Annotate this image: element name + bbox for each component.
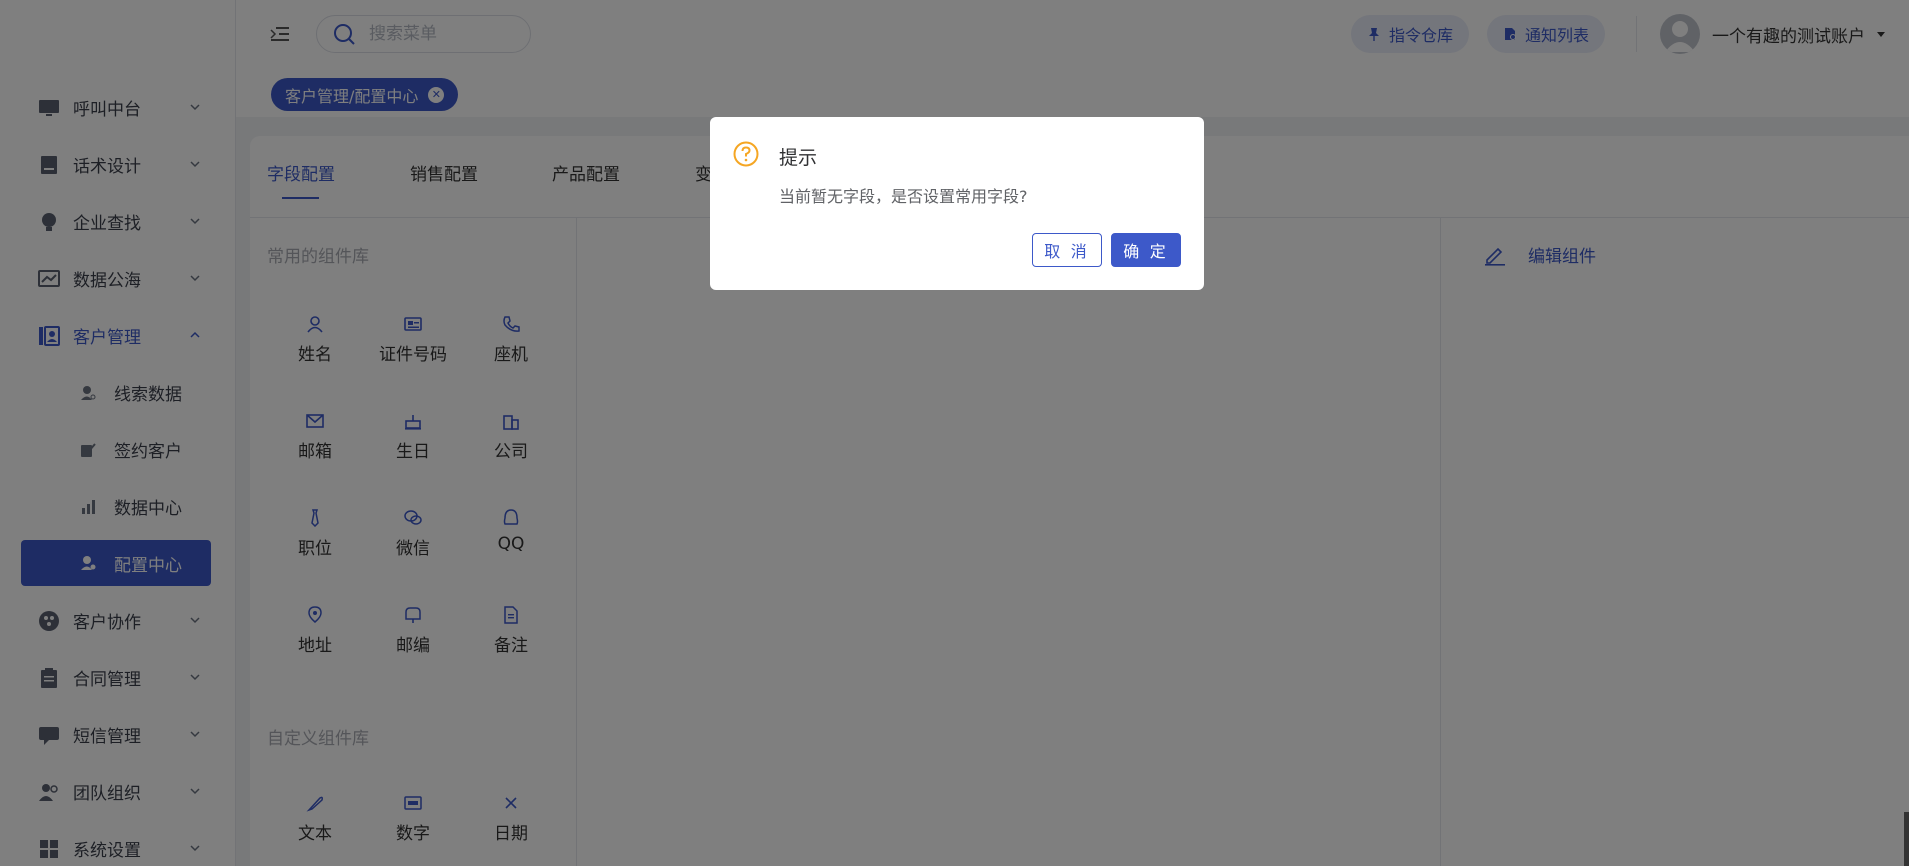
question-icon [733, 141, 759, 167]
cancel-button[interactable]: 取 消 [1032, 233, 1102, 267]
scrollbar-thumb[interactable] [1904, 812, 1909, 866]
dialog-title: 提示 [779, 147, 818, 169]
confirm-dialog: 提示 当前暂无字段，是否设置常用字段? 取 消 确 定 [710, 117, 1204, 290]
confirm-button[interactable]: 确 定 [1111, 233, 1181, 267]
dialog-message: 当前暂无字段，是否设置常用字段? [779, 187, 1028, 206]
